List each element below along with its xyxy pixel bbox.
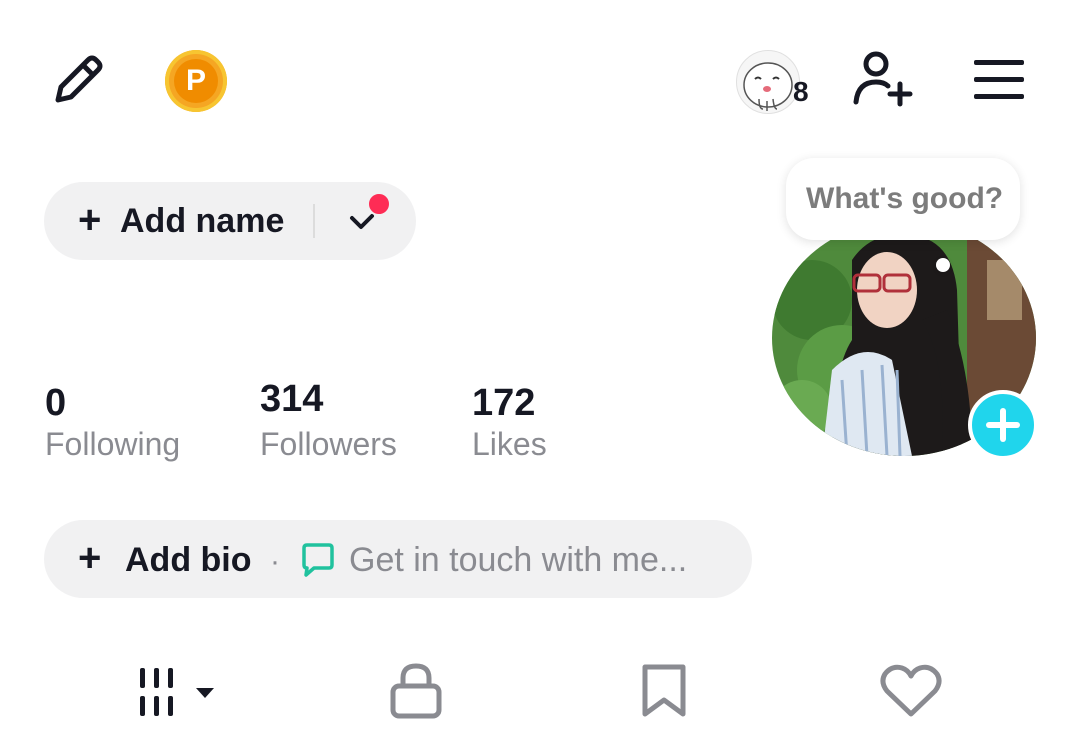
points-badge-letter: P xyxy=(174,59,218,103)
plus-icon: + xyxy=(78,536,102,580)
add-photo-button[interactable] xyxy=(968,390,1038,460)
add-name-label: Add name xyxy=(120,202,285,240)
following-label[interactable]: Following xyxy=(45,424,180,464)
grid-icon[interactable] xyxy=(138,666,218,718)
status-bubble-text: What's good? xyxy=(806,182,1004,215)
followers-count[interactable]: 314 xyxy=(260,377,323,421)
contact-text: Get in touch with me... xyxy=(349,541,688,579)
divider xyxy=(313,204,315,238)
friend-count: 8 xyxy=(793,76,809,107)
bookmark-icon[interactable] xyxy=(640,664,688,718)
points-badge-icon[interactable]: P xyxy=(165,50,227,112)
add-bio-label: Add bio xyxy=(125,541,252,579)
following-count[interactable]: 0 xyxy=(45,381,66,425)
followers-label[interactable]: Followers xyxy=(260,424,397,464)
status-bubble-tail xyxy=(936,258,950,272)
chat-bubble-icon xyxy=(300,542,336,578)
plus-icon: + xyxy=(78,198,102,242)
heart-icon[interactable] xyxy=(880,664,942,718)
likes-count[interactable]: 172 xyxy=(472,381,535,425)
edit-icon[interactable] xyxy=(48,50,108,110)
add-friend-icon[interactable] xyxy=(852,50,914,112)
notification-dot xyxy=(367,192,391,216)
likes-label[interactable]: Likes xyxy=(472,424,547,464)
lock-icon[interactable] xyxy=(388,662,444,720)
friend-avatar[interactable] xyxy=(736,50,800,114)
separator-dot: · xyxy=(270,545,280,578)
menu-icon[interactable] xyxy=(972,56,1028,104)
